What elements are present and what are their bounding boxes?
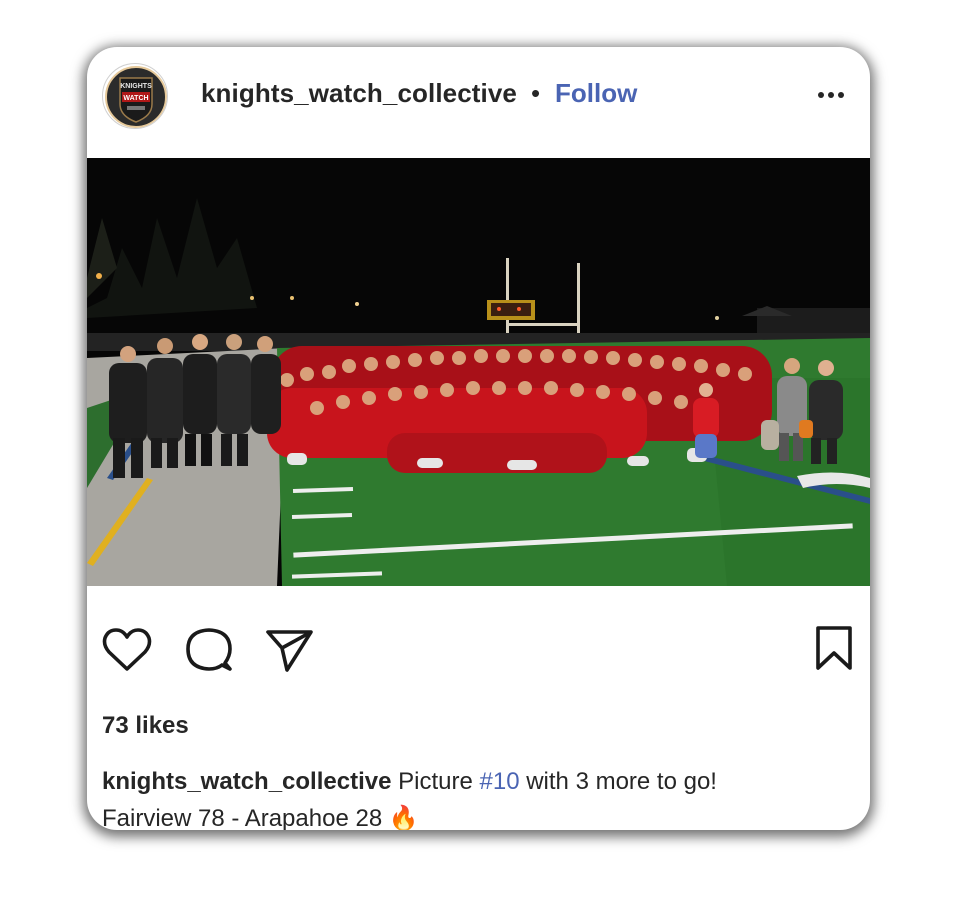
caption-score-line: Fairview 78 - Arapahoe 28 (102, 805, 383, 830)
follow-button[interactable]: Follow (555, 78, 637, 109)
send-icon[interactable] (265, 628, 315, 679)
caption-text-after: with 3 more to go! (526, 768, 717, 795)
post-username[interactable]: knights_watch_collective (201, 78, 517, 109)
caption-text-before: Picture (398, 768, 473, 795)
separator-dot: • (531, 78, 541, 108)
post-caption: knights_watch_collective Picture #10 wit… (102, 763, 862, 830)
caption-username[interactable]: knights_watch_collective (102, 768, 391, 795)
comment-icon[interactable] (184, 626, 234, 679)
post-photo[interactable] (87, 158, 870, 586)
fire-emoji-icon: 🔥 (388, 805, 419, 830)
avatar-text-bottom: WATCH (123, 95, 148, 102)
more-options-icon[interactable] (813, 83, 853, 107)
bookmark-icon[interactable] (814, 625, 854, 676)
avatar-text-top: KNIGHTS (120, 83, 152, 90)
heart-icon[interactable] (102, 627, 152, 678)
post-header: KNIGHTS WATCH knights_watch_collective •… (87, 47, 870, 157)
post-actions (87, 607, 870, 677)
likes-count[interactable]: 73 likes (102, 712, 189, 740)
team-photo-illustration (87, 158, 870, 586)
post-card: KNIGHTS WATCH knights_watch_collective •… (87, 47, 870, 830)
caption-hashtag[interactable]: #10 (480, 768, 520, 795)
avatar[interactable]: KNIGHTS WATCH (102, 63, 168, 129)
